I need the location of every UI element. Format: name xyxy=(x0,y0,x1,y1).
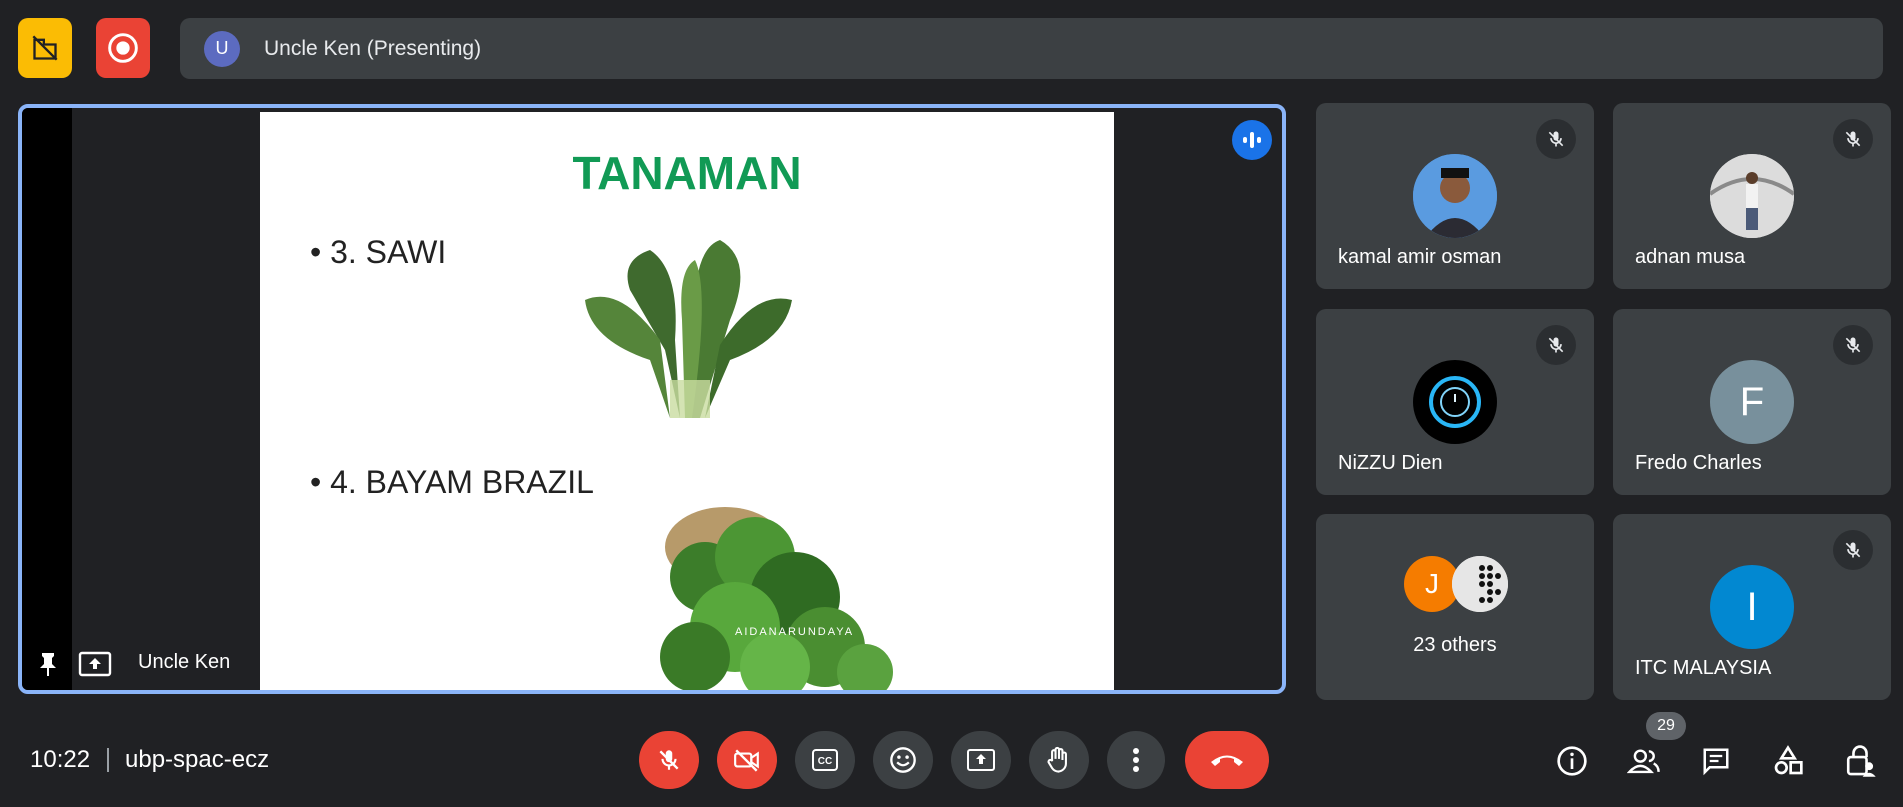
activities-button[interactable] xyxy=(1768,741,1808,781)
presenting-banner: U Uncle Ken (Presenting) xyxy=(180,18,1883,79)
power-icon xyxy=(1429,376,1481,428)
mic-off-icon xyxy=(659,750,679,770)
present-screen-icon xyxy=(967,749,995,771)
lock-person-icon xyxy=(1846,745,1876,777)
camera-toggle-button[interactable] xyxy=(717,731,777,789)
bayam-brazil-image: AIDANARUNDAYA xyxy=(660,507,893,690)
leave-call-button[interactable] xyxy=(1185,731,1269,789)
participant-avatar xyxy=(1710,154,1794,238)
meeting-code[interactable]: ubp-spac-ecz xyxy=(125,746,269,774)
chat-button[interactable] xyxy=(1696,741,1736,781)
slide-title: TANAMAN xyxy=(572,147,802,199)
pin-button[interactable] xyxy=(34,646,62,682)
people-button[interactable] xyxy=(1624,741,1664,781)
chat-icon xyxy=(1703,748,1729,776)
more-vert-icon xyxy=(1133,748,1139,772)
emoji-icon xyxy=(890,747,916,773)
speaking-indicator xyxy=(1232,120,1272,160)
muted-icon xyxy=(1833,119,1873,159)
meeting-time: 10:22 xyxy=(30,746,91,773)
participant-tile[interactable]: NiZZU Dien xyxy=(1316,309,1594,495)
screen-share-badge xyxy=(78,650,112,678)
participant-name: adnan musa xyxy=(1635,246,1746,268)
muted-icon xyxy=(1536,325,1576,365)
participant-tile[interactable]: I ITC MALAYSIA xyxy=(1613,514,1891,700)
participant-tile[interactable]: kamal amir osman xyxy=(1316,103,1594,289)
slide-item-bayam: • 4. BAYAM BRAZIL xyxy=(310,464,594,500)
muted-icon xyxy=(1833,530,1873,570)
recording-button[interactable] xyxy=(96,18,150,78)
svg-text:CC: CC xyxy=(818,756,832,767)
participant-avatar xyxy=(1452,556,1508,612)
building-off-icon xyxy=(32,35,58,61)
present-now-button[interactable] xyxy=(951,731,1011,789)
stage-presenter-name: Uncle Ken xyxy=(138,651,231,673)
presentation-slide: TANAMAN • 3. SAWI • 4. BAYAM BRAZIL AIDA… xyxy=(260,112,1114,690)
presenter-avatar: U xyxy=(204,30,240,67)
shapes-icon xyxy=(1774,745,1803,775)
presentation-stage[interactable]: TANAMAN • 3. SAWI • 4. BAYAM BRAZIL AIDA… xyxy=(18,104,1286,694)
people-icon xyxy=(1627,749,1660,774)
others-tile[interactable]: J 23 others xyxy=(1316,514,1594,700)
participant-count-badge: 29 xyxy=(1646,712,1686,740)
participant-avatar: F xyxy=(1710,360,1794,444)
present-screen-icon xyxy=(78,651,112,677)
slide-watermark: AIDANARUNDAYA xyxy=(735,626,854,638)
participant-tile[interactable]: F Fredo Charles xyxy=(1613,309,1891,495)
raise-hand-button[interactable] xyxy=(1029,731,1089,789)
participant-tile[interactable]: adnan musa xyxy=(1613,103,1891,289)
participant-name: Fredo Charles xyxy=(1635,452,1762,474)
info-icon xyxy=(1557,746,1587,776)
raise-hand-icon xyxy=(1047,746,1067,773)
participant-avatar xyxy=(1413,360,1497,444)
slide-item-sawi: • 3. SAWI xyxy=(310,234,447,270)
sawi-image xyxy=(585,240,792,418)
presenter-banner-text: Uncle Ken (Presenting) xyxy=(264,36,482,60)
closed-captions-icon: CC xyxy=(812,749,838,771)
muted-icon xyxy=(1536,119,1576,159)
participant-avatar xyxy=(1413,154,1497,238)
record-icon xyxy=(108,33,138,63)
others-count-label: 23 others xyxy=(1413,634,1497,656)
meeting-details-button[interactable] xyxy=(1552,741,1592,781)
stage-left-strip xyxy=(22,108,72,690)
no-recording-notice-button[interactable] xyxy=(18,18,72,78)
camera-off-icon xyxy=(734,749,759,772)
audio-level-icon xyxy=(1243,132,1261,148)
participant-name: NiZZU Dien xyxy=(1338,452,1443,474)
more-options-button[interactable] xyxy=(1107,731,1165,789)
host-controls-button[interactable] xyxy=(1840,741,1880,781)
muted-icon xyxy=(1833,325,1873,365)
divider xyxy=(107,748,109,772)
captions-button[interactable]: CC xyxy=(795,731,855,789)
pin-icon xyxy=(40,653,56,676)
participant-name: kamal amir osman xyxy=(1338,246,1502,268)
hang-up-icon xyxy=(1211,755,1243,766)
participant-name: ITC MALAYSIA xyxy=(1635,657,1772,679)
participant-avatar: I xyxy=(1710,565,1794,649)
reactions-button[interactable] xyxy=(873,731,933,789)
microphone-toggle-button[interactable] xyxy=(639,731,699,789)
